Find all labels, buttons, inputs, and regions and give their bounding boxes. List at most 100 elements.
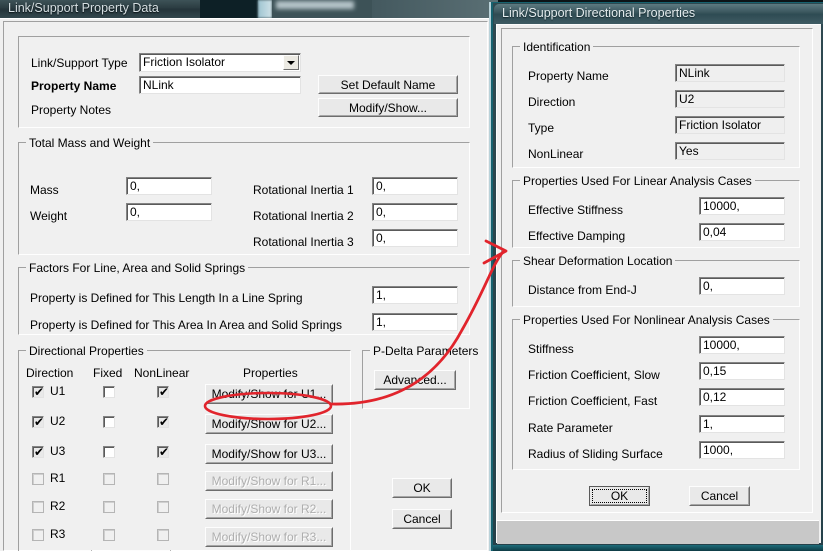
fixed-checkbox-u2[interactable] [103,416,115,428]
effective-stiffness-label: Effective Stiffness [528,203,623,217]
rotational-inertia-3-input[interactable]: 0, [372,229,458,247]
factors-group-title: Factors For Line, Area and Solid Springs [26,262,249,274]
fixed-checkbox-r1 [103,473,115,485]
chevron-down-icon[interactable] [283,55,299,70]
linear-analysis-group-title: Properties Used For Linear Analysis Case… [520,175,755,187]
left-window-titlebar[interactable]: Link/Support Property Data [0,0,498,18]
link-support-type-label: Link/Support Type [31,56,128,70]
nonlinear-checkbox-u1[interactable] [157,386,169,398]
rotational-inertia-2-input[interactable]: 0, [372,203,458,221]
right-window-title: Link/Support Directional Properties [502,6,696,20]
col-header-nonlinear: NonLinear [134,366,190,380]
right-window-statusbar [497,520,819,544]
link-support-property-data-window: Link/Support Property Data Link/Support … [0,0,498,551]
left-window-client: Link/Support Type Friction Isolator Prop… [0,18,498,551]
modify-show-u1-button[interactable]: Modify/Show for U1... [205,384,333,404]
nonlinear-analysis-group-title: Properties Used For Nonlinear Analysis C… [520,314,773,326]
ident-property-name-label: Property Name [528,69,609,83]
friction-coefficient-slow-label: Friction Coefficient, Slow [528,368,660,382]
titlebar-occluded-region-a [200,0,258,18]
friction-coefficient-fast-input[interactable]: 0,12 [699,388,785,406]
link-support-directional-properties-window: Link/Support Directional Properties Iden… [489,0,823,551]
right-ok-button[interactable]: OK [589,486,650,506]
ident-property-name-value: NLink [675,64,785,82]
direction-checkbox-u1[interactable] [32,386,44,398]
ident-nonlinear-value: Yes [675,142,785,160]
direction-checkbox-r2[interactable] [32,501,44,513]
property-name-input[interactable]: NLink [139,76,301,94]
modify-show-r1-button: Modify/Show for R1... [205,471,333,491]
fixed-checkbox-u1[interactable] [103,386,115,398]
rotational-inertia-3-label: Rotational Inertia 3 [253,235,354,249]
radius-sliding-surface-input[interactable]: 1000, [699,441,785,459]
left-cancel-button[interactable]: Cancel [392,509,452,529]
check-icon [34,416,44,428]
direction-label-u3: U3 [50,444,66,458]
effective-stiffness-input[interactable]: 10000, [699,197,785,215]
property-notes-modify-show-button[interactable]: Modify/Show... [318,98,458,117]
nl-stiffness-label: Stiffness [528,342,574,356]
direction-label-u2: U2 [50,414,66,428]
check-icon [159,416,169,428]
link-support-type-combo[interactable]: Friction Isolator [139,53,301,72]
ident-type-label: Type [528,121,555,135]
check-icon [159,446,169,458]
p-delta-group-title: P-Delta Parameters [370,345,482,357]
right-window-titlebar[interactable]: Link/Support Directional Properties [494,4,823,24]
direction-checkbox-r3[interactable] [32,529,44,541]
radius-sliding-surface-label: Radius of Sliding Surface [528,447,663,461]
ident-nonlinear-label: NonLinear [528,147,584,161]
nonlinear-checkbox-u3[interactable] [157,446,169,458]
total-mass-weight-group-title: Total Mass and Weight [26,137,154,149]
weight-input[interactable]: 0, [126,203,212,221]
line-spring-length-label: Property is Defined for This Length In a… [30,291,303,305]
weight-label: Weight [30,209,68,223]
fixed-checkbox-u3[interactable] [103,446,115,458]
mass-label: Mass [30,183,59,197]
ident-type-value: Friction Isolator [675,116,785,134]
ident-direction-label: Direction [528,95,576,109]
titlebar-occluded-region-d [372,0,498,18]
distance-from-end-j-input[interactable]: 0, [699,277,785,295]
direction-label-r3: R3 [50,527,66,541]
nonlinear-checkbox-r3 [157,529,169,541]
nl-stiffness-input[interactable]: 10000, [699,336,785,354]
direction-checkbox-u2[interactable] [32,416,44,428]
ident-direction-value: U2 [675,90,785,108]
col-header-fixed: Fixed [93,366,123,380]
rate-parameter-label: Rate Parameter [528,421,613,435]
titlebar-occluded-region-b [258,0,272,18]
left-ok-button[interactable]: OK [392,478,452,498]
identification-group-title: Identification [520,41,594,53]
link-support-type-value: Friction Isolator [143,55,226,69]
col-header-properties: Properties [243,366,298,380]
check-icon [159,386,169,398]
direction-checkbox-r1[interactable] [32,473,44,485]
friction-coefficient-slow-input[interactable]: 0,15 [699,362,785,380]
effective-damping-input[interactable]: 0,04 [699,223,785,241]
right-window-client: Identification Property Name NLink Direc… [496,24,821,544]
p-delta-advanced-button[interactable]: Advanced... [374,370,456,390]
right-window-bottom-shadow [493,545,823,551]
modify-show-u3-button[interactable]: Modify/Show for U3... [205,444,333,464]
modify-show-r3-button: Modify/Show for R3... [205,527,333,547]
friction-coefficient-fast-label: Friction Coefficient, Fast [528,394,658,408]
left-window-title: Link/Support Property Data [8,1,159,15]
rotational-inertia-1-label: Rotational Inertia 1 [253,183,354,197]
nonlinear-checkbox-r1 [157,473,169,485]
area-solid-spring-area-input[interactable]: 1, [372,313,458,331]
nonlinear-checkbox-u2[interactable] [157,416,169,428]
directional-properties-group-title: Directional Properties [26,345,147,357]
right-cancel-button[interactable]: Cancel [689,486,750,506]
fixed-checkbox-r3 [103,529,115,541]
rate-parameter-input[interactable]: 1, [699,415,785,433]
direction-checkbox-u3[interactable] [32,446,44,458]
area-solid-spring-area-label: Property is Defined for This Area In Are… [30,318,342,332]
mass-input[interactable]: 0, [126,177,212,195]
fixed-checkbox-r2 [103,501,115,513]
set-default-name-button[interactable]: Set Default Name [318,75,458,94]
line-spring-length-input[interactable]: 1, [372,286,458,304]
modify-show-u2-button[interactable]: Modify/Show for U2... [205,414,333,434]
rotational-inertia-1-input[interactable]: 0, [372,177,458,195]
direction-label-u1: U1 [50,384,66,398]
